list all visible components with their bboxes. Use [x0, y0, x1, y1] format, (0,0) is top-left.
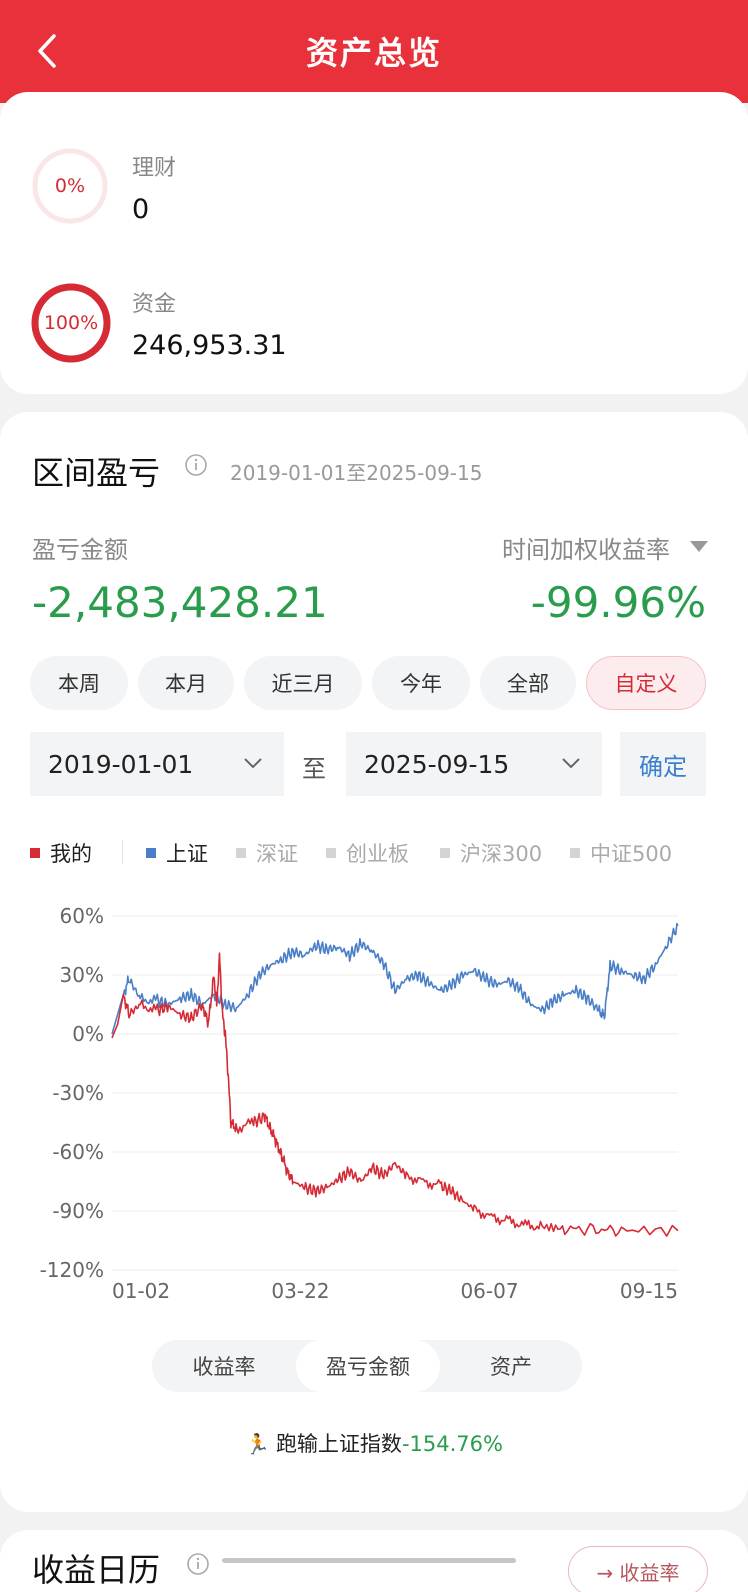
chart-view-tabs: 收益率 盈亏金额 资产: [152, 1340, 582, 1392]
asset-distribution-card: [0, 92, 748, 394]
legend-divider: [122, 840, 123, 864]
x-tick-label: 06-07: [460, 1279, 518, 1303]
calendar-title: 收益日历: [32, 1551, 161, 1589]
legend-swatch: [236, 848, 246, 858]
legend-label: 沪深300: [460, 842, 543, 866]
chevron-down-icon: [562, 758, 580, 769]
legend-label: 创业板: [346, 842, 409, 866]
summary-value: -154.76%: [401, 1432, 503, 1456]
chevron-down-icon: [244, 758, 262, 769]
legend-chinext[interactable]: 创业板: [326, 838, 409, 868]
wealth-name: 理财: [132, 156, 177, 181]
legend-swatch: [30, 848, 40, 858]
legend-swatch: [440, 848, 450, 858]
end-date-value: 2025-09-15: [364, 749, 510, 779]
twr-selector-label[interactable]: 时间加权收益率: [502, 530, 670, 565]
y-tick-label: 60%: [60, 904, 104, 928]
start-date-select[interactable]: 2019-01-01: [30, 732, 284, 796]
date-separator: 至: [302, 755, 326, 783]
y-tick-label: -30%: [52, 1081, 104, 1105]
page-title: 资产总览: [305, 34, 442, 72]
caret-down-icon[interactable]: [690, 541, 708, 552]
legend-label: 上证: [166, 842, 208, 866]
y-tick-label: 30%: [60, 963, 104, 987]
y-tick-label: 0%: [72, 1022, 104, 1046]
wealth-ratio-ring: 0%: [30, 146, 110, 226]
legend-swatch: [326, 848, 336, 858]
section-title: 区间盈亏: [32, 454, 161, 492]
wealth-value: 0: [132, 194, 150, 225]
y-tick-label: -90%: [52, 1199, 104, 1223]
tab-return-rate[interactable]: 收益率: [152, 1340, 296, 1392]
app-header: 资产总览: [0, 0, 748, 103]
series-line-mine: [111, 952, 679, 1237]
period-chip-all[interactable]: 全部: [480, 656, 576, 710]
cash-ratio-ring: 100%: [30, 282, 112, 364]
pl-amount-label: 盈亏金额: [32, 536, 128, 564]
scrollbar-thumb[interactable]: [222, 1558, 516, 1563]
info-icon[interactable]: [186, 1552, 210, 1576]
period-chip-custom[interactable]: 自定义: [586, 656, 706, 710]
x-tick-label: 09-15: [620, 1279, 678, 1303]
x-tick-label: 03-22: [271, 1279, 329, 1303]
calendar-return-link[interactable]: → 收益率: [568, 1546, 708, 1592]
date-range-text: 2019-01-01至2025-09-15: [230, 461, 483, 485]
legend-mine[interactable]: 我的: [30, 838, 92, 868]
legend-swatch: [146, 848, 156, 858]
start-date-value: 2019-01-01: [48, 749, 194, 779]
benchmark-summary: 🏃 跑输上证指数-154.76%: [0, 1428, 748, 1458]
info-icon[interactable]: [184, 453, 208, 477]
y-tick-label: -60%: [52, 1140, 104, 1164]
legend-shenzhen[interactable]: 深证: [236, 838, 298, 868]
period-chip-year[interactable]: 今年: [372, 656, 470, 710]
runner-icon: 🏃: [245, 1432, 270, 1456]
period-chip-3months[interactable]: 近三月: [244, 656, 362, 710]
legend-csi300[interactable]: 沪深300: [440, 838, 542, 868]
period-chip-month[interactable]: 本月: [138, 656, 234, 710]
tab-pl-amount[interactable]: 盈亏金额: [296, 1340, 440, 1392]
returns-line-chart[interactable]: 60% 30% 0% -30% -60% -90% -120% 01-02 03-22 06-07…: [0, 880, 748, 1320]
legend-shanghai[interactable]: 上证: [146, 838, 208, 868]
tab-assets[interactable]: 资产: [440, 1340, 582, 1392]
legend-label: 中证500: [590, 842, 673, 866]
x-tick-label: 01-02: [112, 1279, 170, 1303]
legend-label: 深证: [256, 842, 298, 866]
cash-ratio-label: 100%: [43, 312, 99, 334]
confirm-button[interactable]: 确定: [620, 732, 706, 796]
y-tick-label: -120%: [40, 1258, 104, 1282]
wealth-ratio-label: 0%: [54, 175, 86, 197]
legend-swatch: [570, 848, 580, 858]
summary-text: 跑输上证指数: [275, 1432, 402, 1456]
twr-value: -99.96%: [530, 578, 706, 627]
series-line-shanghai: [111, 922, 679, 1035]
pl-amount-value: -2,483,428.21: [32, 578, 328, 627]
period-chip-week[interactable]: 本周: [30, 656, 128, 710]
cash-value: 246,953.31: [132, 330, 287, 361]
legend-label: 我的: [50, 842, 92, 866]
cash-name: 资金: [132, 292, 177, 317]
legend-csi500[interactable]: 中证500: [570, 838, 672, 868]
end-date-select[interactable]: 2025-09-15: [346, 732, 602, 796]
